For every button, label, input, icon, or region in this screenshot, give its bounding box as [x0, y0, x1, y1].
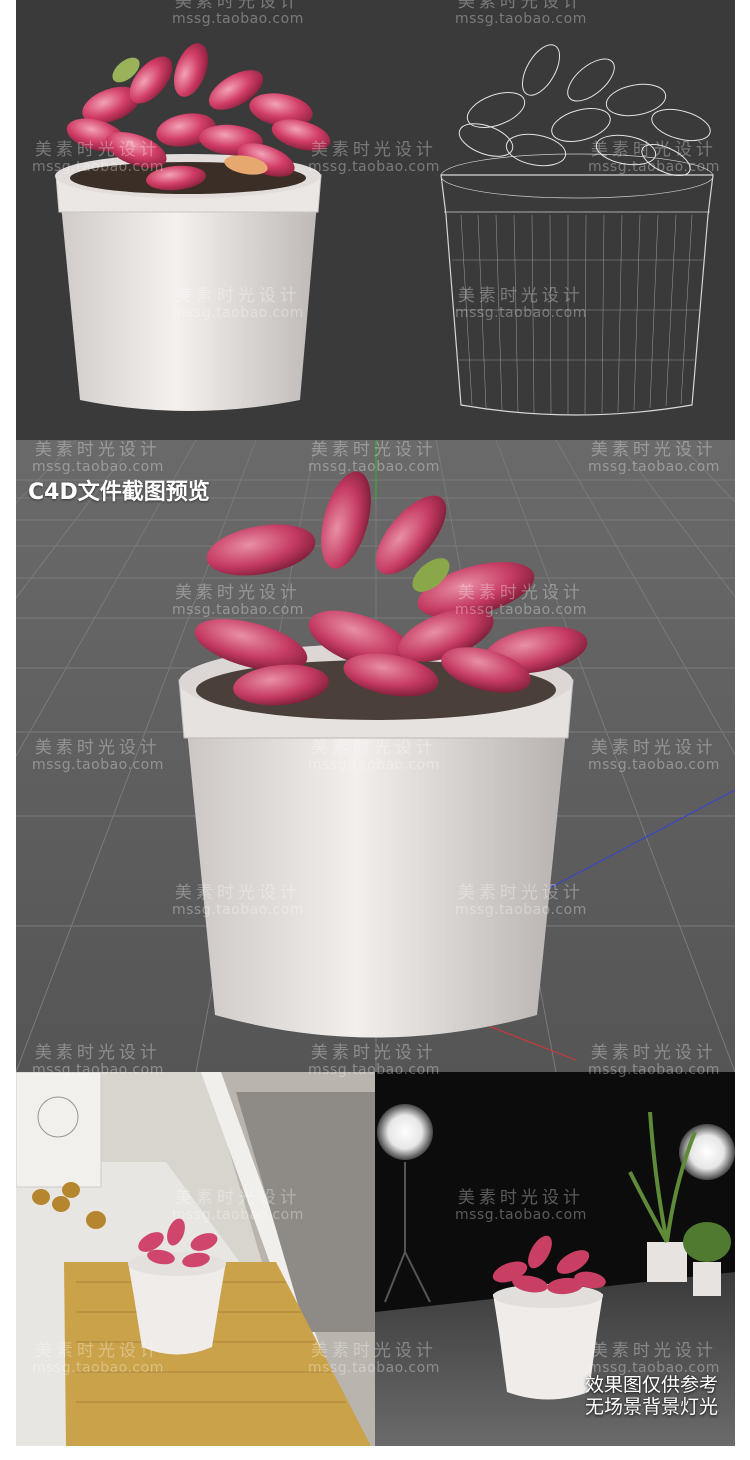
scene-windowsill-panel: [16, 1072, 375, 1446]
caption-line-1: 效果图仅供参考: [584, 1374, 718, 1396]
disclaimer-caption: 效果图仅供参考 无场景背景灯光: [584, 1374, 718, 1419]
render-wireframe-image: [55, 43, 714, 416]
render-wireframe-panel: [16, 0, 735, 440]
scene-windowsill-image: [16, 1072, 375, 1446]
c4d-viewport-image: [16, 440, 735, 1072]
rendered-pot: [55, 154, 322, 411]
wireframe-model: [440, 44, 714, 416]
viewport-pot: [178, 644, 574, 1038]
c4d-viewport-panel: [16, 440, 735, 1072]
preview-title: C4D文件截图预览: [28, 480, 210, 505]
caption-line-2: 无场景背景灯光: [584, 1395, 718, 1418]
